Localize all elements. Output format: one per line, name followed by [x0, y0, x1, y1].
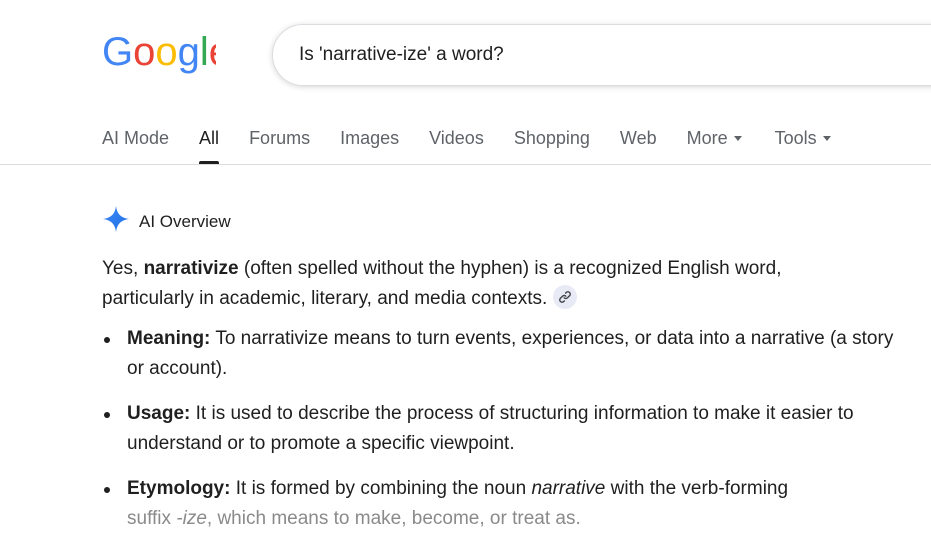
bullet-italic-faded: -ize: [176, 508, 207, 529]
bullet-text-faded: , which means to make, become, or treat …: [206, 508, 581, 529]
list-item-usage: Usage: It is used to describe the proces…: [102, 399, 902, 459]
bullet-text: with the verb-forming: [605, 478, 789, 499]
tab-web[interactable]: Web: [620, 116, 657, 164]
bullet-title: Meaning:: [127, 328, 211, 349]
search-tabs: AI Mode All Forums Images Videos Shoppin…: [102, 116, 861, 164]
svg-text:Google: Google: [102, 32, 216, 74]
search-input[interactable]: [299, 44, 899, 66]
tab-more[interactable]: More: [687, 116, 742, 164]
intro-lead: Yes,: [102, 258, 144, 279]
bullet-text-faded: suffix: [127, 508, 177, 529]
intro-line2: particularly in academic, literary, and …: [102, 288, 548, 309]
link-icon[interactable]: [553, 284, 578, 309]
tab-tools[interactable]: Tools: [775, 116, 831, 164]
bullet-italic: narrative: [531, 478, 606, 499]
bullet-text: To narrativize means to turn events, exp…: [127, 328, 894, 379]
tab-images[interactable]: Images: [340, 116, 399, 164]
sparkle-icon: [102, 205, 130, 238]
caret-down-icon: [822, 136, 831, 141]
tab-videos[interactable]: Videos: [429, 116, 484, 164]
intro-term: narrativize: [143, 258, 239, 279]
ai-overview-header: AI Overview: [102, 205, 231, 238]
search-box[interactable]: [272, 24, 931, 86]
google-logo[interactable]: Google: [102, 32, 216, 76]
ai-overview-body: Yes, narrativize (often spelled without …: [102, 254, 902, 549]
bullet-title: Usage:: [127, 403, 191, 424]
bullet-title: Etymology:: [127, 478, 231, 499]
list-item-etymology: Etymology: It is formed by combining the…: [102, 474, 902, 534]
tab-all[interactable]: All: [199, 116, 220, 164]
intro-paragraph: Yes, narrativize (often spelled without …: [102, 254, 902, 314]
ai-overview-label: AI Overview: [139, 211, 231, 231]
bullet-text: It is formed by combining the noun: [230, 478, 532, 499]
bullet-text: It is used to describe the process of st…: [127, 403, 854, 454]
tab-ai-mode[interactable]: AI Mode: [102, 116, 169, 164]
intro-line1: (often spelled without the hyphen) is a …: [238, 258, 782, 279]
tab-shopping[interactable]: Shopping: [514, 116, 590, 164]
list-item-meaning: Meaning: To narrativize means to turn ev…: [102, 324, 902, 384]
tabs-divider: [0, 164, 931, 165]
caret-down-icon: [733, 136, 742, 141]
overview-bullets: Meaning: To narrativize means to turn ev…: [102, 324, 902, 534]
tab-forums[interactable]: Forums: [249, 116, 310, 164]
